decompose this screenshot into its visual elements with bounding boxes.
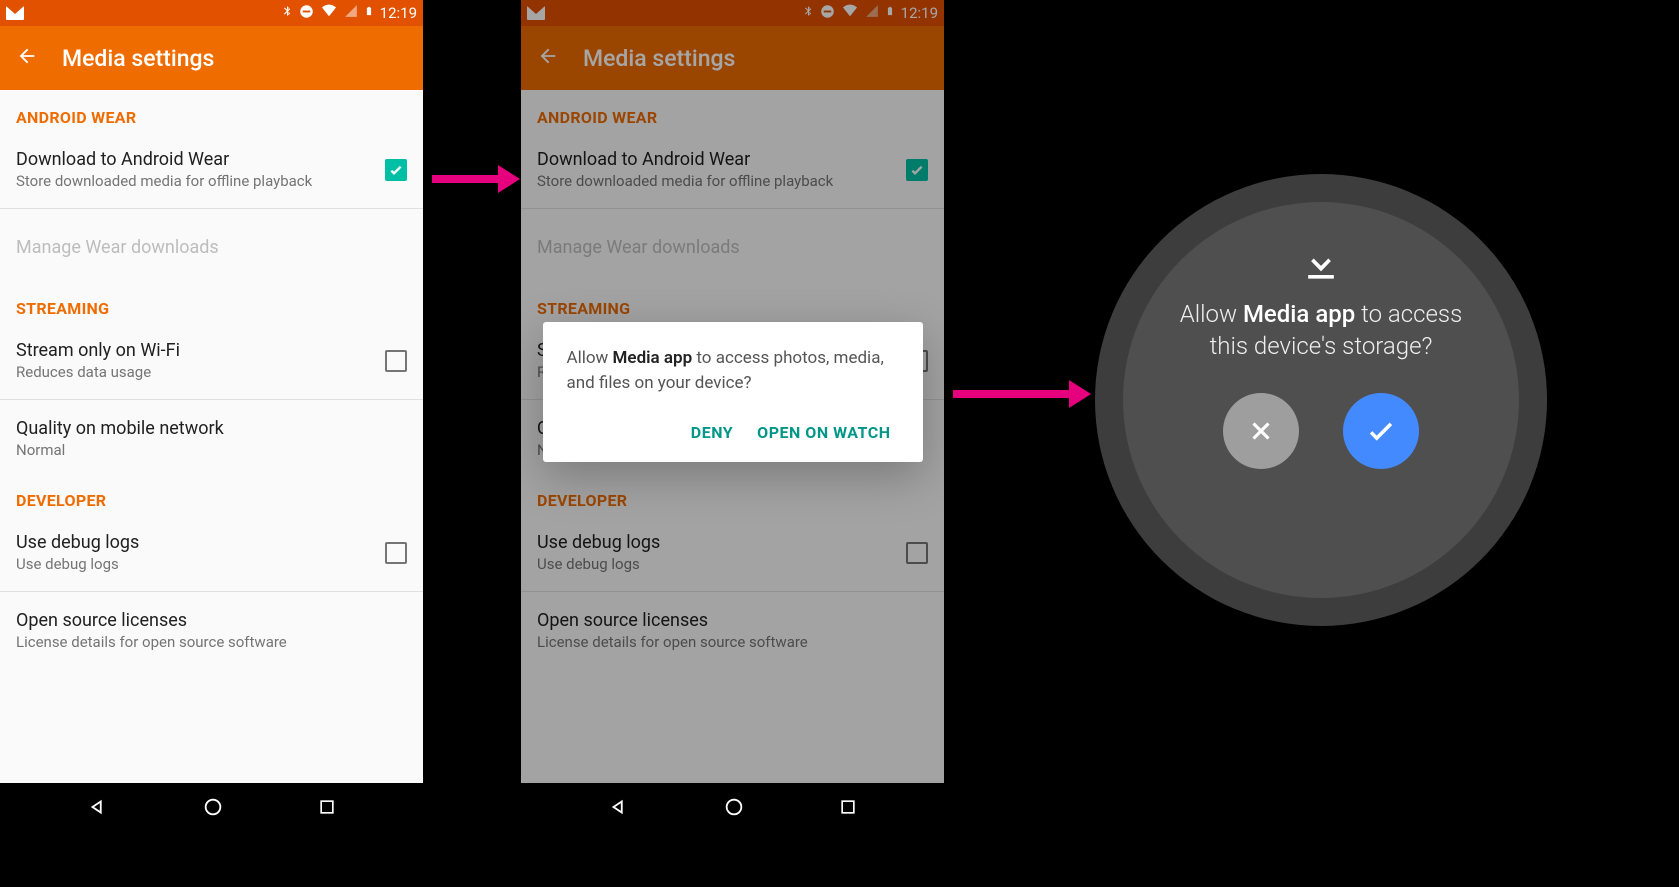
checkbox-checked[interactable] — [385, 159, 407, 181]
pref-manage-wear-downloads[interactable]: Manage Wear downloads — [0, 213, 423, 281]
pref-title: Quality on mobile network — [16, 418, 407, 439]
nav-bar — [521, 783, 944, 835]
watch-allow-button[interactable] — [1343, 393, 1419, 469]
signal-icon — [344, 4, 358, 22]
dialog-app-name: Media app — [613, 348, 693, 368]
nav-bar — [0, 783, 423, 835]
section-developer: DEVELOPER — [0, 473, 423, 518]
app-bar: Media settings — [0, 26, 423, 90]
watch-prefix: Allow — [1180, 300, 1243, 328]
nav-back-icon[interactable] — [608, 796, 630, 822]
pref-subtitle: Normal — [16, 441, 407, 459]
section-streaming: STREAMING — [0, 281, 423, 326]
section-android-wear: ANDROID WEAR — [0, 90, 423, 135]
watch-app-name: Media app — [1243, 300, 1355, 328]
gmail-icon — [6, 6, 24, 20]
checkbox-unchecked[interactable] — [385, 350, 407, 372]
pref-subtitle: Store downloaded media for offline playb… — [16, 172, 369, 190]
nav-recent-icon[interactable] — [838, 797, 858, 821]
pref-title: Download to Android Wear — [16, 149, 369, 170]
pref-title: Manage Wear downloads — [16, 237, 407, 258]
download-icon — [1299, 242, 1343, 290]
dialog-prefix: Allow — [567, 348, 613, 368]
pref-download-to-wear[interactable]: Download to Android Wear Store downloade… — [0, 135, 423, 204]
watch-bezel: Allow Media app to access this device's … — [1095, 174, 1547, 626]
bluetooth-icon — [281, 3, 293, 23]
watch-face: Allow Media app to access this device's … — [1123, 202, 1519, 598]
nav-home-icon[interactable] — [202, 796, 224, 822]
pref-title: Stream only on Wi-Fi — [16, 340, 369, 361]
pref-oss-licenses[interactable]: Open source licenses License details for… — [0, 596, 423, 665]
phone-screenshot-1: 12:19 Media settings ANDROID WEAR Downlo… — [0, 0, 423, 835]
battery-icon — [364, 3, 374, 23]
watch-message: Allow Media app to access this device's … — [1123, 298, 1519, 363]
divider — [0, 591, 423, 592]
open-on-watch-button[interactable]: OPEN ON WATCH — [757, 423, 890, 442]
pref-title: Use debug logs — [16, 532, 369, 553]
pref-stream-wifi[interactable]: Stream only on Wi-Fi Reduces data usage — [0, 326, 423, 395]
dnd-icon — [299, 4, 314, 23]
pref-subtitle: Reduces data usage — [16, 363, 369, 381]
watch-deny-button[interactable] — [1223, 393, 1299, 469]
pref-quality-mobile[interactable]: Quality on mobile network Normal — [0, 404, 423, 473]
flow-arrow-2 — [953, 390, 1073, 398]
pref-debug-logs[interactable]: Use debug logs Use debug logs — [0, 518, 423, 587]
deny-button[interactable]: DENY — [691, 423, 733, 442]
checkbox-unchecked[interactable] — [385, 542, 407, 564]
divider — [0, 208, 423, 209]
wifi-icon — [320, 4, 338, 22]
back-icon[interactable] — [16, 45, 38, 71]
permission-dialog: Allow Media app to access photos, media,… — [543, 322, 923, 462]
pref-subtitle: Use debug logs — [16, 555, 369, 573]
nav-back-icon[interactable] — [87, 796, 109, 822]
flow-arrow-1 — [432, 175, 502, 183]
dialog-scrim: Allow Media app to access photos, media,… — [521, 0, 944, 783]
divider — [0, 399, 423, 400]
nav-home-icon[interactable] — [723, 796, 745, 822]
phone-screenshot-2: 12:19 Media settings ANDROID WEAR Downlo… — [521, 0, 944, 835]
status-time: 12:19 — [380, 4, 417, 22]
status-bar: 12:19 — [0, 0, 423, 26]
pref-subtitle: License details for open source software — [16, 633, 407, 651]
pref-title: Open source licenses — [16, 610, 407, 631]
nav-recent-icon[interactable] — [317, 797, 337, 821]
app-title: Media settings — [62, 45, 214, 72]
dialog-message: Allow Media app to access photos, media,… — [567, 346, 899, 397]
